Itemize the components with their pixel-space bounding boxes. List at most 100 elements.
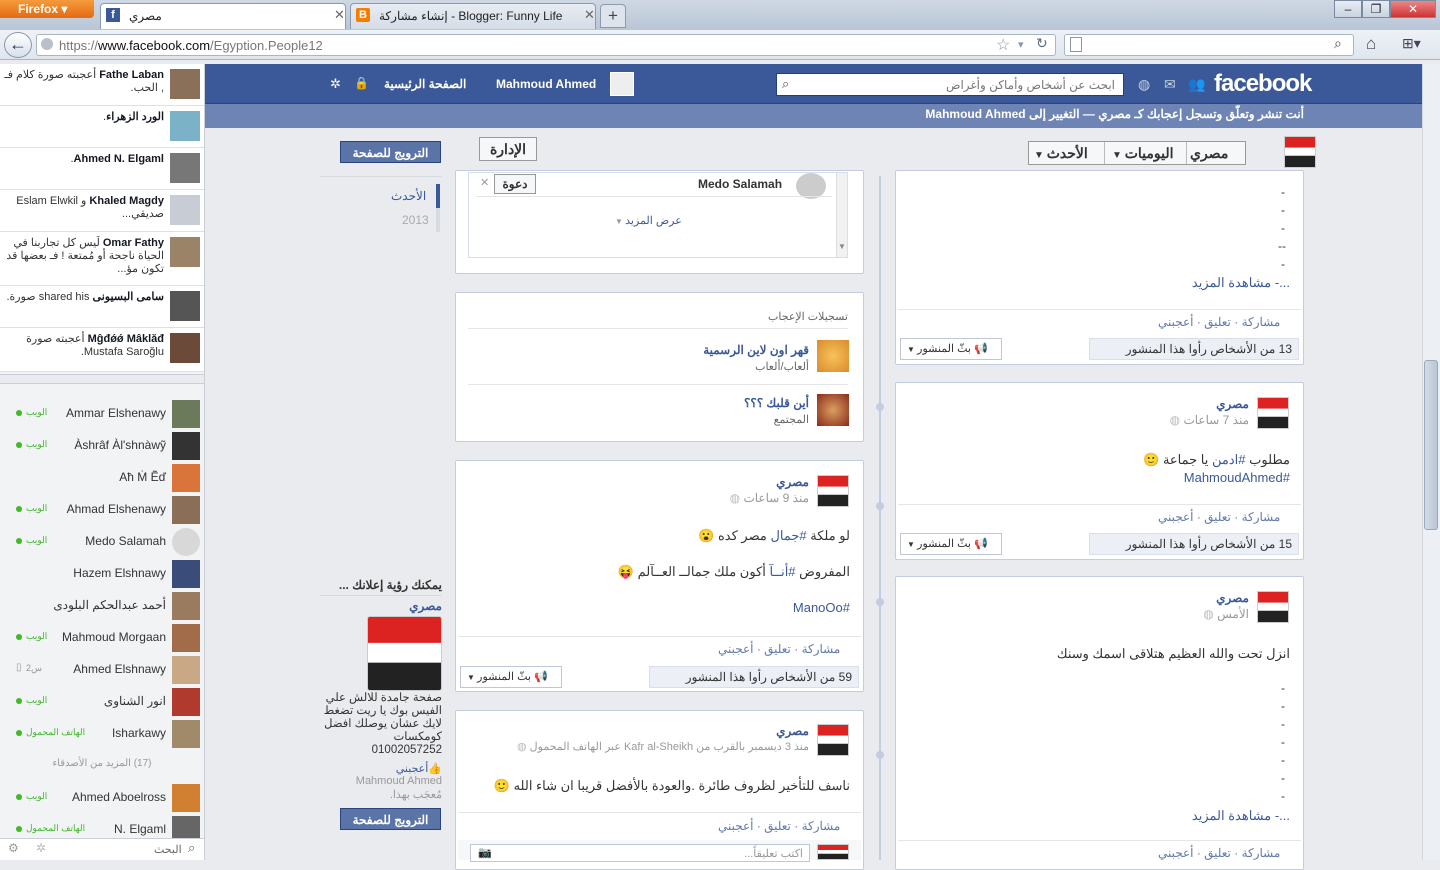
post-time[interactable]: منذ 7 ساعات ◍	[1040, 413, 1249, 427]
post-time[interactable]: منذ 9 ساعات ◍	[600, 491, 809, 505]
chat-contact[interactable]: Ahmed Elshnawy ▯ 2س	[0, 652, 204, 684]
invite-button[interactable]: دعوة	[494, 174, 536, 194]
maximize-button[interactable]: ❐	[1362, 0, 1390, 18]
avatar[interactable]	[610, 72, 634, 96]
liked-page-name[interactable]: أين قلبك ؟؟؟	[600, 396, 809, 410]
minimize-button[interactable]: –	[1334, 0, 1362, 18]
camera-icon[interactable]: 📷	[478, 846, 492, 859]
chat-options-gear-icon[interactable]: ⚙	[8, 841, 19, 855]
avatar[interactable]	[1257, 397, 1289, 429]
sidebar-divider[interactable]	[0, 374, 204, 384]
post-author[interactable]: مصري	[600, 724, 809, 738]
page-avatar[interactable]	[1284, 136, 1316, 168]
ticker-item[interactable]: الورد الزهراء.	[0, 106, 204, 148]
like-link[interactable]: أعجبني	[718, 642, 753, 656]
comment-link[interactable]: تعليق	[1204, 510, 1231, 524]
notifications-globe-icon[interactable]: ◍	[1138, 76, 1150, 93]
avatar[interactable]	[1257, 591, 1289, 623]
firefox-menu-button[interactable]: Firefox ▾	[0, 0, 94, 18]
boost-post-button[interactable]: ▼ بثّ المنشور 📢	[900, 533, 1002, 555]
chat-contact[interactable]: Hazem Elshnawy	[0, 556, 204, 588]
page-name-tab[interactable]: مصري	[1190, 145, 1228, 162]
ticker-item[interactable]: سامى البسيونى shared his صورة.	[0, 286, 204, 328]
liked-page-thumbnail[interactable]	[817, 394, 849, 426]
site-identity-icon[interactable]	[41, 38, 53, 50]
search-engine-icon[interactable]	[1070, 37, 1082, 52]
timeline-year-recent[interactable]: الأحدث	[391, 189, 426, 203]
chat-contact[interactable]: Àshrâf Àl'shnàwỹ الويب	[0, 428, 204, 460]
admin-panel-button[interactable]: الإدارة	[479, 137, 537, 161]
boost-post-button[interactable]: ▼ بثّ المنشور 📢	[460, 666, 562, 688]
comment-link[interactable]: تعليق	[764, 819, 791, 833]
privacy-shortcuts-icon[interactable]: 🔒	[354, 76, 369, 90]
tab-active[interactable]: مصري	[100, 3, 346, 29]
history-dropdown-icon[interactable]: ▾	[1018, 38, 1024, 51]
comment-link[interactable]: تعليق	[1204, 846, 1231, 860]
avatar[interactable]	[817, 475, 849, 507]
like-link[interactable]: أعجبني	[1158, 315, 1193, 329]
settings-gear-icon[interactable]: ✲	[330, 76, 341, 92]
share-link[interactable]: مشاركة	[802, 819, 841, 833]
liked-page-name[interactable]: قهر اون لاين الرسمية	[600, 343, 809, 357]
chat-contact[interactable]: Ahmad Elshenawy الويب	[0, 492, 204, 524]
liked-page-thumbnail[interactable]	[817, 340, 849, 372]
comment-input[interactable]: اكتب تعليقاً...	[470, 844, 810, 862]
promote-page-button[interactable]: الترويج للصفحة	[340, 141, 441, 163]
more-friends-link[interactable]: (17) المزيد من الأصدقاء	[0, 758, 204, 769]
friend-requests-icon[interactable]: 👥	[1188, 76, 1205, 93]
close-window-button[interactable]: ✕	[1390, 0, 1436, 18]
comment-link[interactable]: تعليق	[764, 642, 791, 656]
close-tab-icon[interactable]: ✕	[334, 7, 345, 23]
hashtag-link[interactable]: #MahmoudAhmed	[910, 469, 1290, 487]
ticker-item[interactable]: Khaled Magdy و Eslam Elwkil صديقي...	[0, 190, 204, 232]
switch-identity-link[interactable]: التغيير إلى Mahmoud Ahmed	[925, 107, 1079, 121]
facebook-search-input[interactable]: ابحث عن أشخاص وأماكن وأغراض	[776, 73, 1124, 96]
messages-icon[interactable]: ✉	[1164, 76, 1176, 93]
ticker-item[interactable]: Mĝđǿǿ Mâklăđ أعجبته صورة Mustafa Saroğlu…	[0, 328, 204, 372]
avatar[interactable]	[817, 724, 849, 756]
see-more-link[interactable]: ...- مشاهدة المزيد	[1000, 274, 1290, 292]
hashtag-link[interactable]: #ادمن	[1212, 452, 1246, 467]
ad-page-name[interactable]: مصري	[320, 599, 442, 613]
share-link[interactable]: مشاركة	[1242, 846, 1281, 860]
chat-contact[interactable]: Mahmoud Morgaan الويب	[0, 620, 204, 652]
tab-blogger[interactable]: Blogger: Funny Life - إنشاء مشاركة	[350, 3, 596, 29]
like-link[interactable]: أعجبني	[718, 819, 753, 833]
new-tab-button[interactable]: +	[600, 4, 626, 28]
close-icon[interactable]: ✕	[480, 176, 489, 189]
like-link[interactable]: أعجبني	[1158, 510, 1193, 524]
bookmark-star-icon[interactable]: ☆	[996, 35, 1010, 55]
ticker-item[interactable]: Fathe Laban أعجبته صورة كلام فـ , الحب.	[0, 64, 204, 106]
timeline-year-2013[interactable]: 2013	[402, 213, 429, 227]
chat-contact[interactable]: انور الشناوى الويب	[0, 684, 204, 716]
close-tab-icon[interactable]: ✕	[584, 7, 595, 23]
hashtag-link[interactable]: #جمال	[770, 528, 806, 543]
profile-link[interactable]: Mahmoud Ahmed	[496, 77, 596, 91]
chat-settings-icon[interactable]: ✲	[36, 841, 46, 855]
bookmarks-menu-icon[interactable]: ⊞▾	[1402, 35, 1421, 52]
ticker-item[interactable]: Ahmed N. Elgaml.	[0, 148, 204, 190]
ad-like-link[interactable]: 👍أعجبني	[320, 762, 442, 775]
ad-image[interactable]	[367, 616, 442, 691]
sort-dropdown[interactable]: ▼ الأحدث	[1034, 145, 1088, 162]
chat-contact[interactable]: Ahmed Aboelross الويب	[0, 780, 204, 812]
scrollbar-thumb[interactable]	[1424, 360, 1438, 530]
boost-post-button[interactable]: ▼ بثّ المنشور 📢	[900, 338, 1002, 360]
reload-icon[interactable]: ↻	[1036, 35, 1048, 52]
scroll-down-icon[interactable]: ▼	[838, 242, 846, 251]
chat-contact[interactable]: Aħ Ṁ Ẽď	[0, 460, 204, 492]
hashtag-link[interactable]: #أنــآ	[770, 564, 796, 579]
search-icon[interactable]: ⌕	[782, 76, 789, 92]
share-link[interactable]: مشاركة	[1242, 510, 1281, 524]
chat-contact[interactable]: أحمد عبدالحكم البلودى	[0, 588, 204, 620]
like-link[interactable]: أعجبني	[1158, 846, 1193, 860]
browser-search-field[interactable]	[1064, 34, 1354, 56]
home-icon[interactable]: ⌂	[1366, 34, 1376, 54]
ticker-item[interactable]: Omar Fathy لَيس كل تجاربنا في الحياة ناج…	[0, 232, 204, 286]
post-time[interactable]: الأمس ◍	[1040, 607, 1249, 621]
share-link[interactable]: مشاركة	[802, 642, 841, 656]
chat-search-input[interactable]: البحث	[154, 843, 182, 856]
see-more-link[interactable]: ...- مشاهدة المزيد	[1000, 807, 1290, 825]
invite-name[interactable]: Medo Salamah	[698, 177, 782, 191]
promote-page-button-bottom[interactable]: الترويج للصفحة	[340, 808, 441, 830]
